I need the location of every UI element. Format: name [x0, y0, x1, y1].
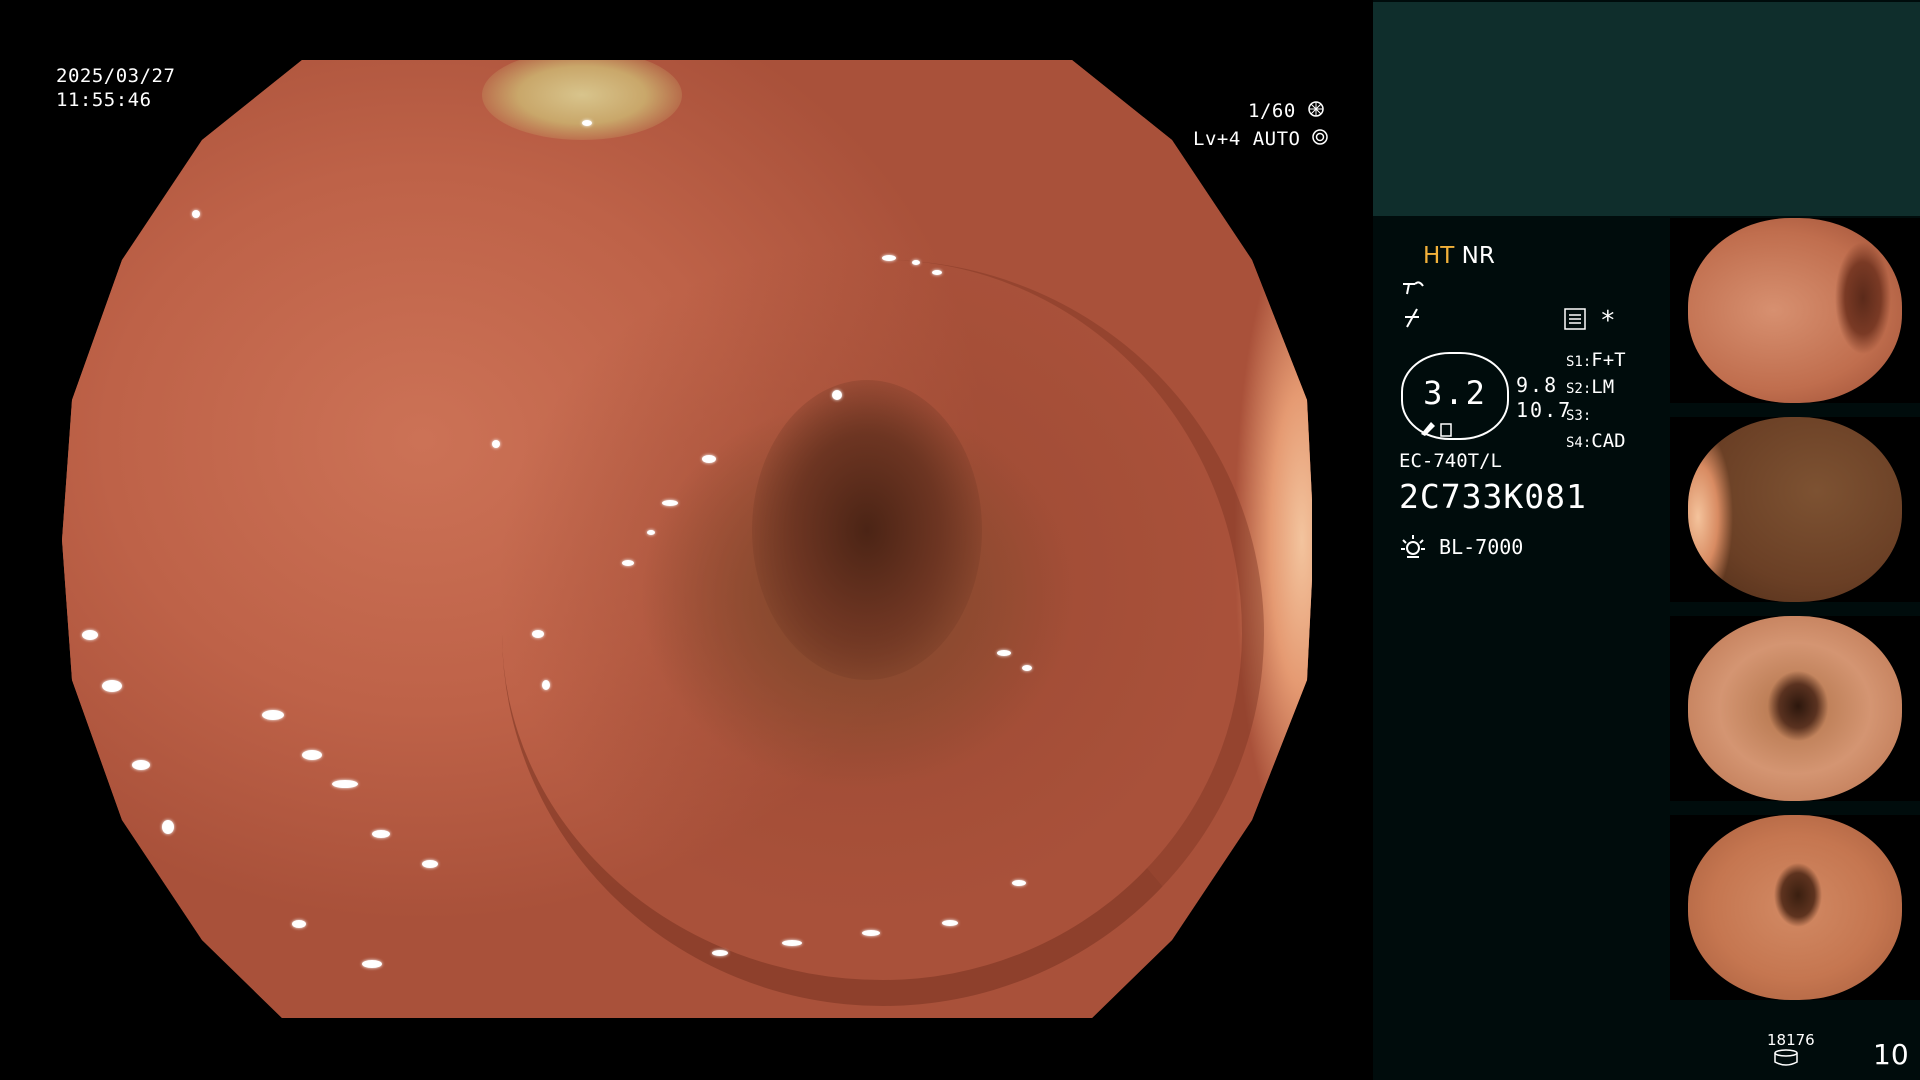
level-mode: Lv+4 AUTO [1193, 128, 1301, 150]
specular-highlight [192, 210, 200, 218]
specular-highlight [882, 255, 896, 261]
specular-highlight [82, 630, 98, 640]
pencil-icon [1419, 418, 1457, 442]
thumbnail-1[interactable] [1670, 218, 1920, 403]
storage-icon [1773, 1049, 1799, 1071]
specular-highlight [1022, 665, 1032, 671]
specular-highlight [942, 920, 958, 926]
value-top: 9.8 [1516, 373, 1559, 397]
level-row: Lv+4 AUTO [1193, 127, 1329, 151]
specular-highlight [132, 760, 150, 770]
specular-highlight [362, 960, 382, 968]
specular-highlight [262, 710, 284, 720]
switch-row: S3: [1566, 408, 1592, 424]
light-source-label: BL-7000 [1439, 535, 1524, 559]
endoscope-view: 2025/03/27 11:55:46 1/60 Lv+4 AUTO [0, 0, 1372, 1080]
magnification-value: 3.2 [1423, 374, 1487, 412]
lumen [752, 380, 982, 680]
info-panel: HT NR * 3.2 9.8 10.7 S1:F+T S2:LM S3: S4… [1373, 0, 1920, 1080]
time-display: 11:55:46 [56, 89, 152, 111]
aperture-icon [1307, 99, 1324, 123]
value-bottom: 10.7 [1516, 398, 1573, 422]
header-block [1373, 2, 1920, 216]
specular-highlight [932, 270, 942, 275]
specular-highlight [292, 920, 306, 928]
ht-label: HT [1423, 243, 1455, 269]
switch-row: S2:LM [1566, 376, 1615, 398]
specular-highlight [647, 530, 655, 535]
specular-highlight [712, 950, 728, 956]
specular-highlight [622, 560, 634, 566]
shutter-row: 1/60 [1248, 99, 1324, 123]
specular-highlight [162, 820, 174, 834]
specular-highlight [782, 940, 802, 946]
scope-model: EC-740T/L [1399, 450, 1502, 472]
specular-highlight [1012, 880, 1026, 886]
specular-highlight [302, 750, 322, 760]
thumbnail-image [1688, 616, 1902, 801]
specular-highlight [102, 680, 122, 692]
asterisk-icon: * [1600, 306, 1616, 336]
auto-iris-icon [1312, 127, 1329, 151]
specular-highlight [862, 930, 880, 936]
specular-highlight [832, 390, 842, 400]
specular-highlight [422, 860, 438, 868]
nr-label: NR [1461, 243, 1495, 269]
switch-row: S4:CAD [1566, 430, 1626, 452]
image-count: 10 [1873, 1038, 1909, 1071]
switch-row: S1:F+T [1566, 349, 1626, 371]
shutter-speed: 1/60 [1248, 100, 1296, 122]
magnification-gauge: 3.2 [1401, 352, 1509, 440]
processing-labels: HT NR [1423, 243, 1495, 269]
light-source-icon [1399, 532, 1427, 565]
specular-highlight [912, 260, 920, 265]
structure-enhance-icon [1401, 278, 1425, 302]
menu-icon [1564, 308, 1586, 334]
specular-highlight [492, 440, 500, 448]
thumbnail-4[interactable] [1670, 815, 1920, 1000]
specular-highlight [702, 455, 716, 463]
thumbnail-3[interactable] [1670, 616, 1920, 801]
scope-serial: 2C733K081 [1399, 477, 1587, 516]
color-mode-icon [1401, 307, 1425, 333]
thumbnail-2[interactable] [1670, 417, 1920, 602]
date-display: 2025/03/27 [56, 65, 176, 87]
storage-count: 18176 [1767, 1031, 1815, 1049]
thumbnail-image [1688, 417, 1902, 602]
thumbnail-image [1688, 218, 1902, 403]
endoscopic-image [62, 60, 1312, 1018]
specular-highlight [542, 680, 550, 690]
specular-highlight [582, 120, 592, 126]
specular-highlight [372, 830, 390, 838]
switch-list: S1:F+T S2:LM S3: S4:CAD [1566, 348, 1626, 456]
thumbnail-image [1688, 815, 1902, 1000]
light-source-row: BL-7000 [1399, 532, 1523, 565]
specular-highlight [532, 630, 544, 638]
specular-highlight [332, 780, 358, 788]
specular-highlight [997, 650, 1011, 656]
specular-highlight [662, 500, 678, 506]
